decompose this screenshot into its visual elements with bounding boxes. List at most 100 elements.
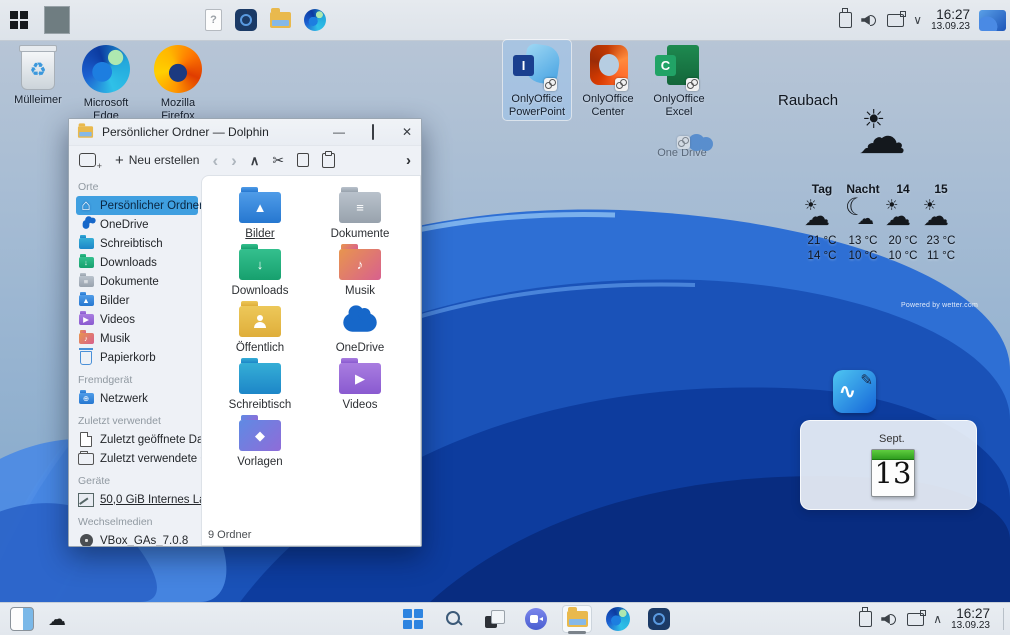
- edge-task[interactable]: [603, 605, 633, 633]
- folder-view[interactable]: ▲ Bilder ≡ Dokumente ↓ Downloads ♪ Musik…: [201, 175, 421, 546]
- edge-browser-icon[interactable]: [304, 9, 326, 31]
- temp-low: 11 °C: [919, 250, 963, 262]
- sidebar-item-music[interactable]: ♪ Musik: [76, 329, 199, 348]
- sidebar-item-desktop[interactable]: Schreibtisch: [76, 234, 199, 253]
- folder-item-schreibtisch[interactable]: Schreibtisch: [226, 357, 294, 411]
- up-button[interactable]: ∧: [250, 154, 260, 167]
- folder-shape: ⊕: [79, 393, 94, 404]
- close-button[interactable]: ✕: [401, 126, 413, 138]
- display-icon[interactable]: [907, 613, 924, 626]
- new-create-button[interactable]: + Neu erstellen: [115, 152, 199, 169]
- split-view-button[interactable]: [79, 153, 96, 167]
- sidebar-item-recent-files[interactable]: Zuletzt geöffnete Date...: [76, 430, 199, 449]
- task-view-button[interactable]: [480, 605, 510, 633]
- sidebar-item-recent-locations[interactable]: Zuletzt verwendete Orte: [76, 449, 199, 468]
- desktop-icon-onlyoffice-excel[interactable]: C OnlyOffice Excel: [645, 40, 713, 120]
- weather-col-header: Tag: [800, 182, 844, 196]
- settings-app-icon: [648, 608, 670, 630]
- app-launcher-icon[interactable]: [10, 11, 18, 19]
- virtual-desktop-pager[interactable]: [44, 6, 70, 34]
- usb-device-icon[interactable]: [859, 611, 872, 627]
- desktop-icon-edge[interactable]: Microsoft Edge: [72, 42, 140, 124]
- forward-button[interactable]: ›: [231, 152, 237, 169]
- folder-label: Dokumente: [331, 228, 390, 240]
- taskbar: ☁ ∧ 16:27 13.09.23: [0, 602, 1010, 635]
- shortcut-link-icon: [544, 78, 557, 91]
- folder-item-musik[interactable]: ♪ Musik: [326, 243, 394, 297]
- folder-item-onedrive[interactable]: OneDrive: [326, 300, 394, 354]
- tray-expand-chevron-icon[interactable]: ∨: [913, 14, 922, 26]
- tray-expand-chevron-icon[interactable]: ∧: [933, 613, 942, 625]
- task-view-icon: [485, 610, 505, 628]
- maximize-button[interactable]: [367, 126, 379, 138]
- show-desktop-button[interactable]: [1003, 608, 1004, 630]
- calendar-widget[interactable]: Sept. 13: [800, 420, 977, 510]
- sidebar-item-onedrive[interactable]: OneDrive: [76, 215, 199, 234]
- weather-widget[interactable]: Raubach ☀ ☁ Tag ☀ ☁ 21 °C 14 °C Nacht ☾ …: [770, 88, 1000, 318]
- templates-folder-icon: ◆: [239, 420, 281, 451]
- folder-item-downloads[interactable]: ↓ Downloads: [226, 243, 294, 297]
- file-manager-icon[interactable]: [270, 12, 291, 28]
- cut-button[interactable]: ✂: [272, 152, 284, 169]
- toolbar-overflow-button[interactable]: ›: [406, 152, 411, 169]
- sidebar-item-downloads[interactable]: ↓ Downloads: [76, 253, 199, 272]
- search-button[interactable]: [439, 605, 469, 633]
- panel-clock[interactable]: 16:27 13.09.23: [931, 8, 970, 33]
- sidebar-item-pictures[interactable]: ▲ Bilder: [76, 291, 199, 310]
- folder-item-dokumente[interactable]: ≡ Dokumente: [326, 186, 394, 240]
- sidebar-item-internal-drive[interactable]: 50,0 GiB Internes Lauf...: [76, 490, 199, 509]
- temp-low: 10 °C: [841, 250, 885, 262]
- ink-app-icon[interactable]: ∿ ✎: [833, 370, 876, 413]
- paste-button[interactable]: [322, 153, 335, 168]
- wallpaper-preview[interactable]: [979, 10, 1006, 31]
- onedrive-cloud-icon: [343, 313, 376, 331]
- file-manager-task[interactable]: [562, 605, 592, 633]
- display-icon[interactable]: [887, 14, 904, 27]
- minimize-button[interactable]: —: [333, 126, 345, 138]
- sidebar-item-label: Downloads: [100, 257, 157, 269]
- volume-icon[interactable]: [861, 13, 878, 27]
- dolphin-window: Persönlicher Ordner — Dolphin — ✕ + Neu …: [68, 118, 422, 547]
- start-button[interactable]: [398, 605, 428, 633]
- folder-shape: [79, 238, 94, 249]
- folder-item-oeffentlich[interactable]: Öffentlich: [226, 300, 294, 354]
- settings-app-icon[interactable]: [235, 9, 257, 31]
- desktop-icon-onedrive[interactable]: One Drive: [648, 130, 716, 162]
- folder-item-vorlagen[interactable]: ◆ Vorlagen: [226, 414, 294, 468]
- drive-shape: [78, 493, 94, 507]
- desktop-icon-firefox[interactable]: Mozilla Firefox: [144, 42, 212, 124]
- copy-button[interactable]: [297, 153, 309, 167]
- desktop-icon-onlyoffice-powerpoint[interactable]: I OnlyOffice PowerPoint: [503, 40, 571, 120]
- sidebar-item-videos[interactable]: ▶ Videos: [76, 310, 199, 329]
- cloud-icon: ☁: [858, 114, 906, 162]
- clock-date: 13.09.23: [951, 621, 990, 632]
- section-title: Zuletzt verwendet: [78, 415, 199, 427]
- taskbar-clock[interactable]: 16:27 13.09.23: [951, 607, 990, 632]
- sidebar-item-home[interactable]: ⌂ Persönlicher Ordner: [76, 196, 198, 215]
- desktop-icon-onlyoffice-center[interactable]: OnlyOffice Center: [574, 40, 642, 120]
- settings-task[interactable]: [644, 605, 674, 633]
- cloud-shape: [83, 220, 90, 229]
- volume-icon[interactable]: [881, 612, 898, 626]
- sidebar-item-network[interactable]: ⊕ Netzwerk: [76, 389, 199, 408]
- desktop-icon-trash[interactable]: ♻ Mülleimer: [4, 42, 72, 109]
- titlebar[interactable]: Persönlicher Ordner — Dolphin — ✕: [69, 119, 421, 146]
- calendar-day: 13: [872, 458, 914, 490]
- sidebar-item-documents[interactable]: ≡ Dokumente: [76, 272, 199, 291]
- chat-button[interactable]: [521, 605, 551, 633]
- folder-item-videos[interactable]: ▶ Videos: [326, 357, 394, 411]
- back-button[interactable]: ‹: [212, 152, 218, 169]
- help-icon[interactable]: ?: [205, 9, 222, 31]
- hard-drive-icon: [78, 493, 94, 507]
- sidebar-item-vbox-media[interactable]: VBox_GAs_7.0.8: [76, 531, 199, 546]
- weather-current-icon: ☀ ☁: [852, 106, 916, 166]
- downloads-folder-icon: ↓: [78, 257, 94, 268]
- cloud-icon: ☁: [923, 203, 949, 229]
- folder-item-bilder[interactable]: ▲ Bilder: [226, 186, 294, 240]
- cloud-sync-icon[interactable]: ☁: [48, 610, 66, 628]
- usb-device-icon[interactable]: [839, 12, 852, 28]
- maximize-icon: [372, 124, 374, 140]
- sidebar-item-trash[interactable]: Papierkorb: [76, 348, 199, 367]
- widgets-panel-icon[interactable]: [10, 607, 34, 631]
- desktop-folder-icon: [239, 363, 281, 394]
